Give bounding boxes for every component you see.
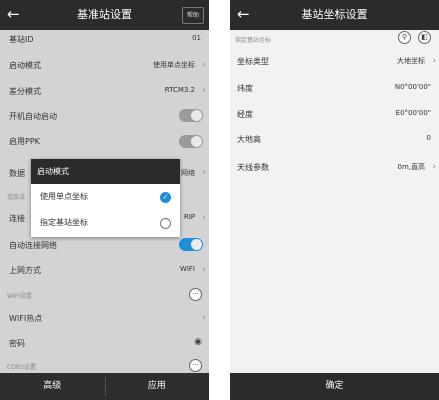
- password-row: 密码 ◉: [0, 337, 209, 354]
- toggle-knob: [191, 110, 202, 121]
- title-bar: ← 基准站设置 帮助: [0, 0, 209, 30]
- eye-icon[interactable]: ◉: [194, 337, 202, 347]
- latitude-value[interactable]: N0°00'00": [395, 83, 431, 91]
- station-id-label: 基站ID: [9, 35, 34, 44]
- more-icon[interactable]: ···: [189, 288, 202, 301]
- latitude-label: 纬度: [237, 84, 253, 93]
- data-label: 数据: [9, 169, 25, 178]
- latitude-row[interactable]: 纬度 N0°00'00": [230, 83, 439, 99]
- auto-start-label: 开机自动启动: [9, 112, 57, 121]
- auto-connect-label: 自动连接网络: [9, 241, 57, 250]
- dialog-title: 启动模式: [31, 159, 180, 184]
- longitude-label: 经度: [237, 110, 253, 119]
- option-specify-base[interactable]: 指定基站坐标: [31, 210, 180, 236]
- auto-start-toggle[interactable]: [179, 109, 203, 122]
- start-mode-dialog: 启动模式 使用单点坐标 ✓ 指定基站坐标: [31, 159, 180, 237]
- connect-label: 连接: [9, 214, 25, 223]
- chevron-right-icon: ›: [202, 168, 206, 178]
- advanced-button[interactable]: 高级: [0, 373, 105, 400]
- start-mode-row[interactable]: 启动模式 使用单点坐标 ›: [0, 60, 209, 76]
- title-bar: ← 基站坐标设置: [230, 0, 439, 30]
- more-icon[interactable]: ···: [189, 359, 202, 372]
- auto-connect-row: 自动连接网络: [0, 238, 209, 256]
- map-select-icon[interactable]: ◧: [418, 31, 431, 44]
- enable-ppk-row: 启用PPK: [0, 135, 209, 152]
- network-mode-value: WIFI: [179, 265, 195, 273]
- check-icon: ✓: [160, 192, 171, 203]
- connection-section-header: 连接设: [7, 194, 26, 201]
- chevron-right-icon: ›: [202, 265, 206, 275]
- height-row[interactable]: 大地高 0: [230, 134, 439, 150]
- chevron-right-icon: ›: [432, 162, 436, 172]
- auto-connect-toggle[interactable]: [179, 238, 203, 251]
- height-label: 大地高: [237, 135, 261, 144]
- coord-type-row[interactable]: 坐标类型 大地坐标 ›: [230, 56, 439, 72]
- antenna-value: 0m,直高: [397, 163, 426, 171]
- page-title: 基准站设置: [77, 8, 132, 21]
- start-mode-label: 启动模式: [9, 61, 41, 70]
- option-label: 使用单点坐标: [40, 192, 88, 201]
- chevron-right-icon: ›: [432, 56, 436, 66]
- coord-type-value: 大地坐标: [397, 57, 425, 65]
- network-mode-row[interactable]: 上网方式 WIFI ›: [0, 265, 209, 281]
- longitude-row[interactable]: 经度 E0°00'00": [230, 109, 439, 125]
- toggle-knob: [191, 239, 202, 250]
- diff-mode-label: 差分模式: [9, 87, 41, 96]
- auto-start-row: 开机自动启动: [0, 109, 209, 127]
- chevron-right-icon: ›: [202, 60, 206, 70]
- wifi-hotspot-label: WIFI热点: [9, 314, 43, 323]
- connect-value: RIP: [183, 213, 195, 221]
- base-coordinate-settings-screen: ← 基站坐标设置 指定基站坐标 ⚲ ◧ 坐标类型 大地坐标 › 纬度 N0°00…: [230, 0, 439, 400]
- antenna-label: 天线参数: [237, 163, 269, 172]
- start-mode-value: 使用单点坐标: [153, 61, 195, 69]
- help-button[interactable]: 帮助: [181, 7, 204, 24]
- data-value: 网络: [181, 169, 195, 177]
- confirm-button[interactable]: 确定: [230, 373, 439, 400]
- toggle-knob: [191, 136, 202, 147]
- password-label: 密码: [9, 339, 25, 348]
- height-value[interactable]: 0: [427, 134, 431, 142]
- apply-button[interactable]: 应用: [105, 373, 210, 400]
- option-single-point[interactable]: 使用单点坐标 ✓: [31, 184, 180, 210]
- enable-ppk-toggle[interactable]: [179, 135, 203, 148]
- wifi-hotspot-row[interactable]: WIFI热点 ›: [0, 313, 209, 329]
- coord-type-label: 坐标类型: [237, 57, 269, 66]
- diff-mode-value: RTCM3.2: [164, 86, 195, 94]
- antenna-row[interactable]: 天线参数 0m,直高 ›: [230, 162, 439, 178]
- cors-section-header: CORS设置: [7, 364, 36, 371]
- bottom-bar: 高级 应用: [0, 373, 209, 400]
- option-label: 指定基站坐标: [40, 218, 88, 227]
- station-id-value: 01: [192, 34, 201, 42]
- diff-mode-row[interactable]: 差分模式 RTCM3.2 ›: [0, 86, 209, 102]
- chevron-right-icon: ›: [202, 213, 206, 223]
- chevron-right-icon: ›: [202, 313, 206, 323]
- chevron-right-icon: ›: [202, 86, 206, 96]
- longitude-value[interactable]: E0°00'00": [396, 109, 431, 117]
- station-id-row[interactable]: 基站ID 01: [0, 34, 209, 50]
- base-station-settings-screen: ← 基准站设置 帮助 基站ID 01 启动模式 使用单点坐标 › 差分模式 RT…: [0, 0, 209, 400]
- wifi-section-header: WIFI设置: [7, 293, 32, 300]
- location-pin-icon[interactable]: ⚲: [398, 31, 411, 44]
- enable-ppk-label: 启用PPK: [9, 137, 40, 146]
- radio-unchecked-icon: [160, 218, 171, 229]
- network-mode-label: 上网方式: [9, 266, 41, 275]
- specify-base-section-header: 指定基站坐标: [235, 37, 272, 44]
- page-title: 基站坐标设置: [301, 8, 368, 21]
